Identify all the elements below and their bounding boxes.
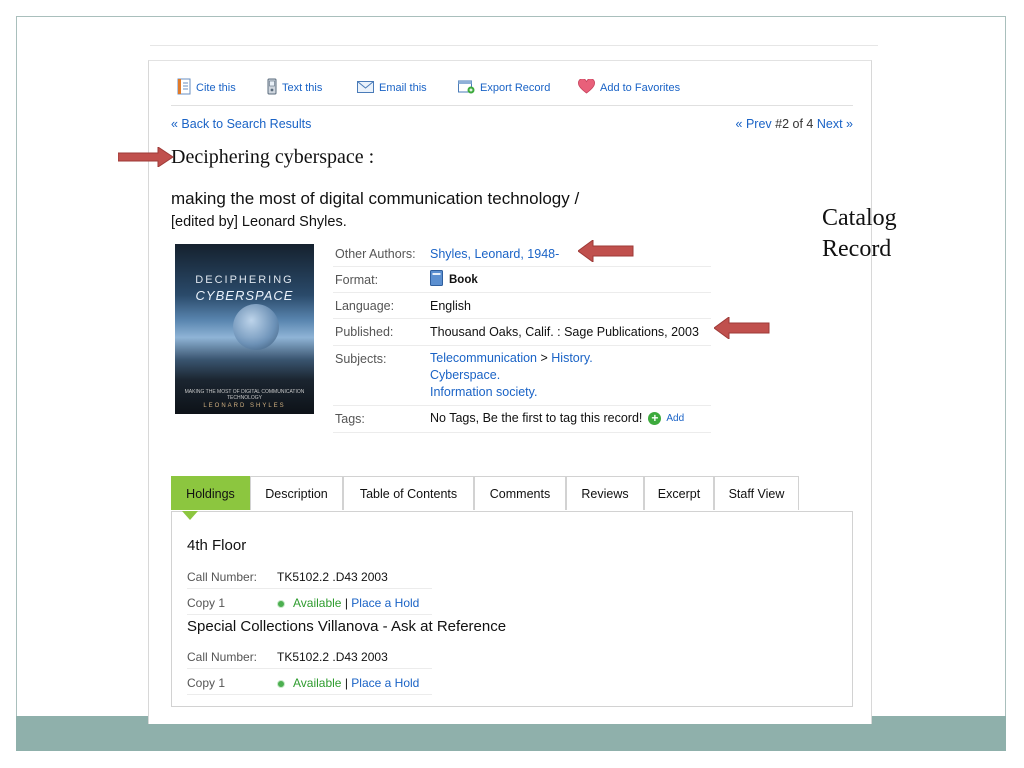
record-tabs: Holdings Description Table of Contents C… [171, 476, 853, 512]
add-to-favorites-label: Add to Favorites [600, 82, 681, 94]
language-value: English [430, 299, 471, 313]
cover-title-line2: CYBERSPACE [195, 288, 294, 303]
add-icon: + [648, 411, 662, 425]
cover-globe-graphic [233, 304, 279, 350]
format-row: Format: Book [333, 267, 711, 293]
top-rule [150, 45, 878, 46]
place-a-hold-link[interactable]: Place a Hold [351, 676, 419, 690]
format-label: Format: [335, 273, 379, 287]
call-number-value: TK5102.2 .D43 2003 [277, 570, 388, 584]
catalog-record-screenshot: Cite this Text this Email this Export Re… [148, 60, 872, 724]
cite-icon [177, 78, 191, 98]
tab-comments[interactable]: Comments [474, 476, 566, 510]
copy-row: Copy 1 Available | Place a Hold [187, 672, 432, 695]
tab-excerpt[interactable]: Excerpt [644, 476, 714, 510]
copy-label: Copy 1 [187, 676, 226, 690]
holding-location: Special Collections Villanova - Ask at R… [187, 618, 507, 635]
call-number-value: TK5102.2 .D43 2003 [277, 650, 388, 664]
heart-icon [578, 78, 595, 97]
other-authors-row: Other Authors: Shyles, Leonard, 1948- [333, 241, 711, 267]
available-status-icon [277, 679, 285, 688]
subjects-label: Subjects: [335, 352, 387, 366]
pager: « Prev #2 of 4 Next » [736, 117, 853, 131]
tags-row: Tags: No Tags, Be the first to tag this … [333, 406, 711, 433]
add-tag-button[interactable]: + Add [648, 411, 685, 425]
other-authors-label: Other Authors: [335, 247, 416, 261]
back-to-search-results-link[interactable]: « Back to Search Results [171, 117, 311, 131]
other-author-link[interactable]: Shyles, Leonard, 1948- [430, 247, 559, 261]
tags-value: No Tags, Be the first to tag this record… [430, 411, 643, 425]
cite-this-label: Cite this [196, 82, 236, 94]
status-separator: | [344, 676, 348, 690]
caption-line2: Record [822, 236, 892, 262]
next-link[interactable]: Next » [817, 117, 853, 131]
email-this-label: Email this [379, 82, 427, 94]
copy-label: Copy 1 [187, 596, 226, 610]
add-to-favorites-button[interactable]: Add to Favorites [578, 77, 680, 99]
export-record-button[interactable]: Export Record [458, 77, 550, 99]
availability-status: Available [293, 676, 342, 690]
record-toolbar: Cite this Text this Email this Export Re… [171, 77, 853, 106]
subject-link-information-society[interactable]: Information society. [430, 385, 537, 399]
phone-icon [267, 78, 277, 98]
call-number-label: Call Number: [187, 570, 258, 584]
add-tag-label: Add [666, 412, 685, 424]
copy-row: Copy 1 Available | Place a Hold [187, 592, 432, 615]
statement-of-responsibility: [edited by] Leonard Shyles. [171, 214, 347, 230]
holding-location: 4th Floor [187, 537, 247, 554]
book-cover-image: DECIPHERING CYBERSPACE MAKING THE MOST O… [175, 244, 314, 414]
language-label: Language: [335, 299, 395, 313]
title-annotation-arrow-icon [118, 147, 174, 167]
holdings-panel: 4th Floor Call Number: TK5102.2 .D43 200… [171, 511, 853, 707]
availability-status: Available [293, 596, 342, 610]
subject-link-history[interactable]: History. [551, 351, 592, 365]
caption-line1: Catalog [822, 205, 897, 231]
record-nav: « Back to Search Results « Prev #2 of 4 … [171, 117, 853, 135]
catalog-record-caption: Catalog Record [822, 203, 897, 265]
authors-annotation-arrow-icon [578, 240, 634, 262]
tab-holdings[interactable]: Holdings [171, 476, 250, 510]
call-number-row: Call Number: TK5102.2 .D43 2003 [187, 566, 432, 589]
active-tab-pointer [182, 511, 198, 520]
call-number-row: Call Number: TK5102.2 .D43 2003 [187, 646, 432, 669]
email-icon [357, 80, 374, 96]
subjects-row: Subjects: Telecommunication > History. C… [333, 346, 711, 406]
record-position: #2 of 4 [775, 117, 814, 131]
subject-separator: > [540, 351, 548, 365]
language-row: Language: English [333, 293, 711, 319]
published-value: Thousand Oaks, Calif. : Sage Publication… [430, 325, 699, 339]
export-icon [458, 79, 475, 97]
record-details: Other Authors: Shyles, Leonard, 1948- Fo… [333, 241, 711, 433]
tab-reviews[interactable]: Reviews [566, 476, 644, 510]
published-annotation-arrow-icon [714, 317, 770, 339]
email-this-button[interactable]: Email this [357, 77, 427, 99]
subject-link-telecommunication[interactable]: Telecommunication [430, 351, 537, 365]
place-a-hold-link[interactable]: Place a Hold [351, 596, 419, 610]
subject-link-cyberspace[interactable]: Cyberspace. [430, 368, 500, 382]
status-separator: | [344, 596, 348, 610]
tab-table-of-contents[interactable]: Table of Contents [343, 476, 474, 510]
tags-label: Tags: [335, 412, 365, 426]
cite-this-button[interactable]: Cite this [177, 77, 236, 99]
text-this-label: Text this [282, 82, 323, 94]
prev-link[interactable]: « Prev [736, 117, 772, 131]
export-record-label: Export Record [480, 82, 551, 94]
format-value: Book [449, 273, 478, 286]
cover-title-line1: DECIPHERING [195, 274, 294, 286]
tab-description[interactable]: Description [250, 476, 343, 510]
call-number-label: Call Number: [187, 650, 258, 664]
book-icon [430, 270, 443, 289]
published-label: Published: [335, 325, 394, 339]
tab-staff-view[interactable]: Staff View [714, 476, 799, 510]
cover-author: LEONARD SHYLES [203, 403, 286, 409]
available-status-icon [277, 599, 285, 608]
cover-subtitle: MAKING THE MOST OF DIGITAL COMMUNICATION… [184, 389, 305, 401]
text-this-button[interactable]: Text this [267, 77, 322, 99]
record-subtitle: making the most of digital communication… [171, 189, 580, 208]
published-row: Published: Thousand Oaks, Calif. : Sage … [333, 319, 711, 346]
record-title: Deciphering cyberspace : [171, 146, 375, 168]
